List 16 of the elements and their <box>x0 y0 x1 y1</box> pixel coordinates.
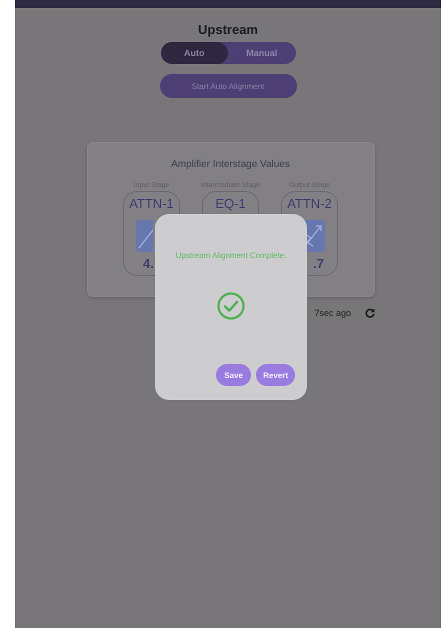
stage-name: EQ-1 <box>215 196 246 212</box>
last-updated-text: 7sec ago <box>314 308 351 318</box>
mode-tab[interactable]: Manual <box>228 42 296 64</box>
resistor-icon <box>136 220 153 252</box>
refresh-icon[interactable] <box>365 308 375 318</box>
dialog-button[interactable]: Save <box>216 364 252 386</box>
card-title: Amplifier Interstage Values <box>171 159 290 170</box>
dialog-button[interactable]: Revert <box>256 364 295 386</box>
stage-value: 4. <box>142 256 155 271</box>
mode-tab[interactable]: Auto <box>160 42 228 64</box>
page-title: Upstream <box>198 22 258 37</box>
start-alignment-button[interactable]: Start Auto Alignment <box>160 74 296 98</box>
dialog-message: Upstream Alignment Complete. <box>176 251 286 260</box>
stage-name: ATTN-1 <box>129 196 174 212</box>
stage-name: ATTN-2 <box>287 196 332 212</box>
check-circle-icon <box>217 292 245 320</box>
